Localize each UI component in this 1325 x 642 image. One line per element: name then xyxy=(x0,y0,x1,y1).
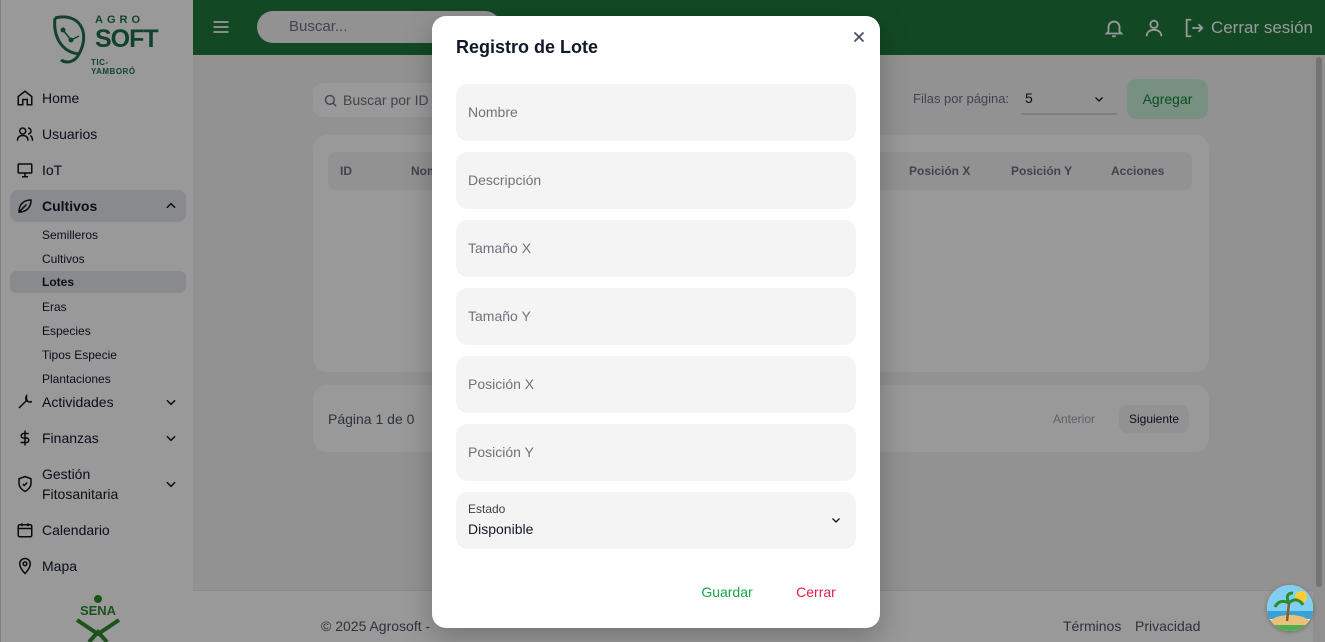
nombre-field[interactable]: Nombre xyxy=(456,84,856,141)
posicion-x-field[interactable]: Posición X xyxy=(456,356,856,413)
tamano-y-field[interactable]: Tamaño Y xyxy=(456,288,856,345)
estado-select[interactable]: Estado Disponible xyxy=(456,492,856,549)
estado-value: Disponible xyxy=(468,521,534,537)
close-icon[interactable] xyxy=(850,28,868,46)
chevron-down-icon xyxy=(832,518,840,523)
registro-lote-dialog: Registro de Lote Nombre Descripción Tama… xyxy=(432,16,880,628)
assistant-avatar-button[interactable] xyxy=(1267,585,1313,631)
posicion-y-field[interactable]: Posición Y xyxy=(456,424,856,481)
island-icon xyxy=(1267,585,1313,631)
tamano-x-field[interactable]: Tamaño X xyxy=(456,220,856,277)
cerrar-button[interactable]: Cerrar xyxy=(778,576,854,608)
descripcion-field[interactable]: Descripción xyxy=(456,152,856,209)
dialog-title: Registro de Lote xyxy=(456,37,599,57)
estado-label: Estado xyxy=(468,502,506,516)
guardar-button[interactable]: Guardar xyxy=(690,576,764,608)
